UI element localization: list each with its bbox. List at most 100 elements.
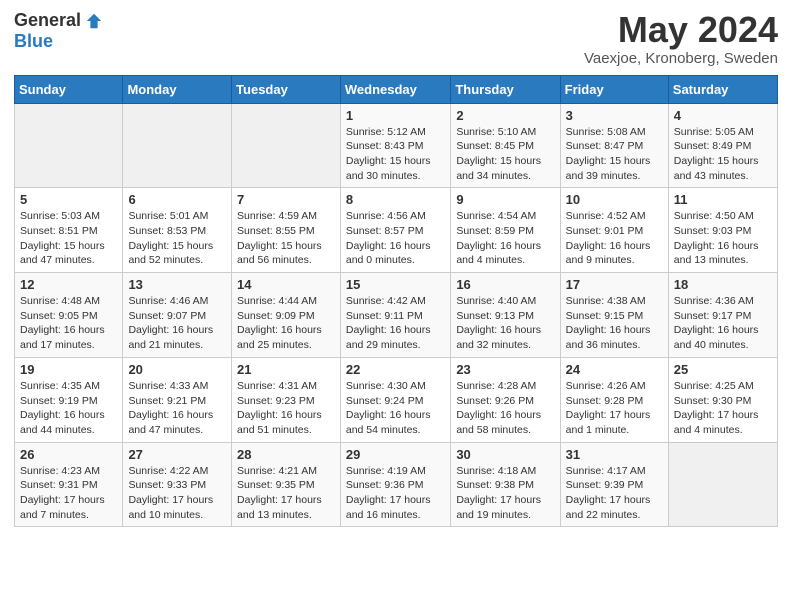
location-subtitle: Vaexjoe, Kronoberg, Sweden	[584, 50, 778, 67]
calendar-cell: 1 Sunrise: 5:12 AM Sunset: 8:43 PM Daylig…	[340, 103, 450, 188]
day-number: 18	[674, 277, 772, 292]
day-number: 10	[566, 192, 663, 207]
day-number: 3	[566, 108, 663, 123]
calendar-cell: 11Sunrise: 4:50 AM Sunset: 9:03 PM Dayli…	[668, 188, 777, 273]
day-number: 19	[20, 362, 117, 377]
calendar-cell: 25Sunrise: 4:25 AM Sunset: 9:30 PM Dayli…	[668, 357, 777, 442]
day-number: 17	[566, 277, 663, 292]
calendar-cell: 17 Sunrise: 4:38 AM Sunset: 9:15 PM Dayli…	[560, 273, 668, 358]
day-number: 26	[20, 447, 117, 462]
day-info: Sunrise: 4:42 AM Sunset: 9:11 PM Dayligh…	[346, 294, 445, 353]
calendar-cell: 24Sunrise: 4:26 AM Sunset: 9:28 PM Dayli…	[560, 357, 668, 442]
day-number: 13	[128, 277, 226, 292]
calendar-header-row: SundayMondayTuesdayWednesdayThursdayFrid…	[15, 75, 778, 103]
day-info: Sunrise: 4:46 AM Sunset: 9:07 PM Dayligh…	[128, 294, 226, 353]
day-info: Sunrise: 4:52 AM Sunset: 9:01 PM Dayligh…	[566, 209, 663, 268]
calendar-week-row: 19 Sunrise: 4:35 AM Sunset: 9:19 PM Dayli…	[15, 357, 778, 442]
calendar-cell: 30 Sunrise: 4:18 AM Sunset: 9:38 PM Dayli…	[451, 442, 560, 527]
day-info: Sunrise: 4:22 AM Sunset: 9:33 PM Dayligh…	[128, 464, 226, 523]
day-info: Sunrise: 5:12 AM Sunset: 8:43 PM Dayligh…	[346, 125, 445, 184]
day-info: Sunrise: 4:35 AM Sunset: 9:19 PM Dayligh…	[20, 379, 117, 438]
day-info: Sunrise: 4:31 AM Sunset: 9:23 PM Dayligh…	[237, 379, 335, 438]
day-number: 28	[237, 447, 335, 462]
calendar-cell: 16 Sunrise: 4:40 AM Sunset: 9:13 PM Dayli…	[451, 273, 560, 358]
calendar-cell: 20Sunrise: 4:33 AM Sunset: 9:21 PM Dayli…	[123, 357, 232, 442]
calendar-cell: 5 Sunrise: 5:03 AM Sunset: 8:51 PM Daylig…	[15, 188, 123, 273]
calendar-cell: 23Sunrise: 4:28 AM Sunset: 9:26 PM Dayli…	[451, 357, 560, 442]
calendar-cell: 18Sunrise: 4:36 AM Sunset: 9:17 PM Dayli…	[668, 273, 777, 358]
day-number: 29	[346, 447, 445, 462]
calendar-cell: 22 Sunrise: 4:30 AM Sunset: 9:24 PM Dayli…	[340, 357, 450, 442]
day-number: 16	[456, 277, 554, 292]
day-info: Sunrise: 4:54 AM Sunset: 8:59 PM Dayligh…	[456, 209, 554, 268]
calendar-cell: 4 Sunrise: 5:05 AM Sunset: 8:49 PM Daylig…	[668, 103, 777, 188]
day-number: 6	[128, 192, 226, 207]
day-info: Sunrise: 5:10 AM Sunset: 8:45 PM Dayligh…	[456, 125, 554, 184]
calendar-cell: 13 Sunrise: 4:46 AM Sunset: 9:07 PM Dayli…	[123, 273, 232, 358]
calendar-cell: 28 Sunrise: 4:21 AM Sunset: 9:35 PM Dayli…	[232, 442, 341, 527]
page-container: General Blue May 2024 Vaexjoe, Kronoberg…	[0, 0, 792, 541]
day-number: 27	[128, 447, 226, 462]
day-number: 11	[674, 192, 772, 207]
calendar-cell: 9Sunrise: 4:54 AM Sunset: 8:59 PM Daylig…	[451, 188, 560, 273]
logo-icon	[85, 12, 103, 30]
day-number: 1	[346, 108, 445, 123]
day-info: Sunrise: 5:05 AM Sunset: 8:49 PM Dayligh…	[674, 125, 772, 184]
day-number: 15	[346, 277, 445, 292]
day-number: 4	[674, 108, 772, 123]
day-of-week-header: Thursday	[451, 75, 560, 103]
day-info: Sunrise: 4:59 AM Sunset: 8:55 PM Dayligh…	[237, 209, 335, 268]
calendar-cell: 21Sunrise: 4:31 AM Sunset: 9:23 PM Dayli…	[232, 357, 341, 442]
day-info: Sunrise: 4:19 AM Sunset: 9:36 PM Dayligh…	[346, 464, 445, 523]
day-number: 31	[566, 447, 663, 462]
day-info: Sunrise: 4:56 AM Sunset: 8:57 PM Dayligh…	[346, 209, 445, 268]
title-block: May 2024 Vaexjoe, Kronoberg, Sweden	[584, 10, 778, 67]
day-number: 23	[456, 362, 554, 377]
calendar-cell: 12 Sunrise: 4:48 AM Sunset: 9:05 PM Dayli…	[15, 273, 123, 358]
day-of-week-header: Wednesday	[340, 75, 450, 103]
calendar-cell	[123, 103, 232, 188]
calendar-week-row: 1 Sunrise: 5:12 AM Sunset: 8:43 PM Daylig…	[15, 103, 778, 188]
day-info: Sunrise: 4:40 AM Sunset: 9:13 PM Dayligh…	[456, 294, 554, 353]
day-number: 30	[456, 447, 554, 462]
logo: General Blue	[14, 10, 103, 52]
day-of-week-header: Friday	[560, 75, 668, 103]
day-info: Sunrise: 4:30 AM Sunset: 9:24 PM Dayligh…	[346, 379, 445, 438]
day-of-week-header: Saturday	[668, 75, 777, 103]
calendar-cell: 15 Sunrise: 4:42 AM Sunset: 9:11 PM Dayli…	[340, 273, 450, 358]
calendar-week-row: 5 Sunrise: 5:03 AM Sunset: 8:51 PM Daylig…	[15, 188, 778, 273]
day-info: Sunrise: 4:26 AM Sunset: 9:28 PM Dayligh…	[566, 379, 663, 438]
logo-blue-text: Blue	[14, 31, 53, 52]
day-info: Sunrise: 4:17 AM Sunset: 9:39 PM Dayligh…	[566, 464, 663, 523]
day-info: Sunrise: 4:44 AM Sunset: 9:09 PM Dayligh…	[237, 294, 335, 353]
day-number: 8	[346, 192, 445, 207]
day-number: 12	[20, 277, 117, 292]
calendar-cell: 6 Sunrise: 5:01 AM Sunset: 8:53 PM Daylig…	[123, 188, 232, 273]
day-info: Sunrise: 5:03 AM Sunset: 8:51 PM Dayligh…	[20, 209, 117, 268]
calendar-cell	[232, 103, 341, 188]
day-info: Sunrise: 5:08 AM Sunset: 8:47 PM Dayligh…	[566, 125, 663, 184]
calendar-cell: 3 Sunrise: 5:08 AM Sunset: 8:47 PM Daylig…	[560, 103, 668, 188]
calendar-table: SundayMondayTuesdayWednesdayThursdayFrid…	[14, 75, 778, 528]
day-number: 25	[674, 362, 772, 377]
calendar-cell: 29 Sunrise: 4:19 AM Sunset: 9:36 PM Dayli…	[340, 442, 450, 527]
day-of-week-header: Tuesday	[232, 75, 341, 103]
page-header: General Blue May 2024 Vaexjoe, Kronoberg…	[14, 10, 778, 67]
day-info: Sunrise: 5:01 AM Sunset: 8:53 PM Dayligh…	[128, 209, 226, 268]
calendar-cell	[668, 442, 777, 527]
day-number: 5	[20, 192, 117, 207]
logo-general-text: General	[14, 10, 81, 31]
day-info: Sunrise: 4:21 AM Sunset: 9:35 PM Dayligh…	[237, 464, 335, 523]
calendar-cell	[15, 103, 123, 188]
calendar-cell: 7Sunrise: 4:59 AM Sunset: 8:55 PM Daylig…	[232, 188, 341, 273]
calendar-cell: 10 Sunrise: 4:52 AM Sunset: 9:01 PM Dayli…	[560, 188, 668, 273]
day-info: Sunrise: 4:38 AM Sunset: 9:15 PM Dayligh…	[566, 294, 663, 353]
calendar-week-row: 12 Sunrise: 4:48 AM Sunset: 9:05 PM Dayli…	[15, 273, 778, 358]
day-info: Sunrise: 4:18 AM Sunset: 9:38 PM Dayligh…	[456, 464, 554, 523]
day-info: Sunrise: 4:48 AM Sunset: 9:05 PM Dayligh…	[20, 294, 117, 353]
day-of-week-header: Sunday	[15, 75, 123, 103]
day-of-week-header: Monday	[123, 75, 232, 103]
day-info: Sunrise: 4:33 AM Sunset: 9:21 PM Dayligh…	[128, 379, 226, 438]
day-number: 22	[346, 362, 445, 377]
calendar-cell: 26Sunrise: 4:23 AM Sunset: 9:31 PM Dayli…	[15, 442, 123, 527]
